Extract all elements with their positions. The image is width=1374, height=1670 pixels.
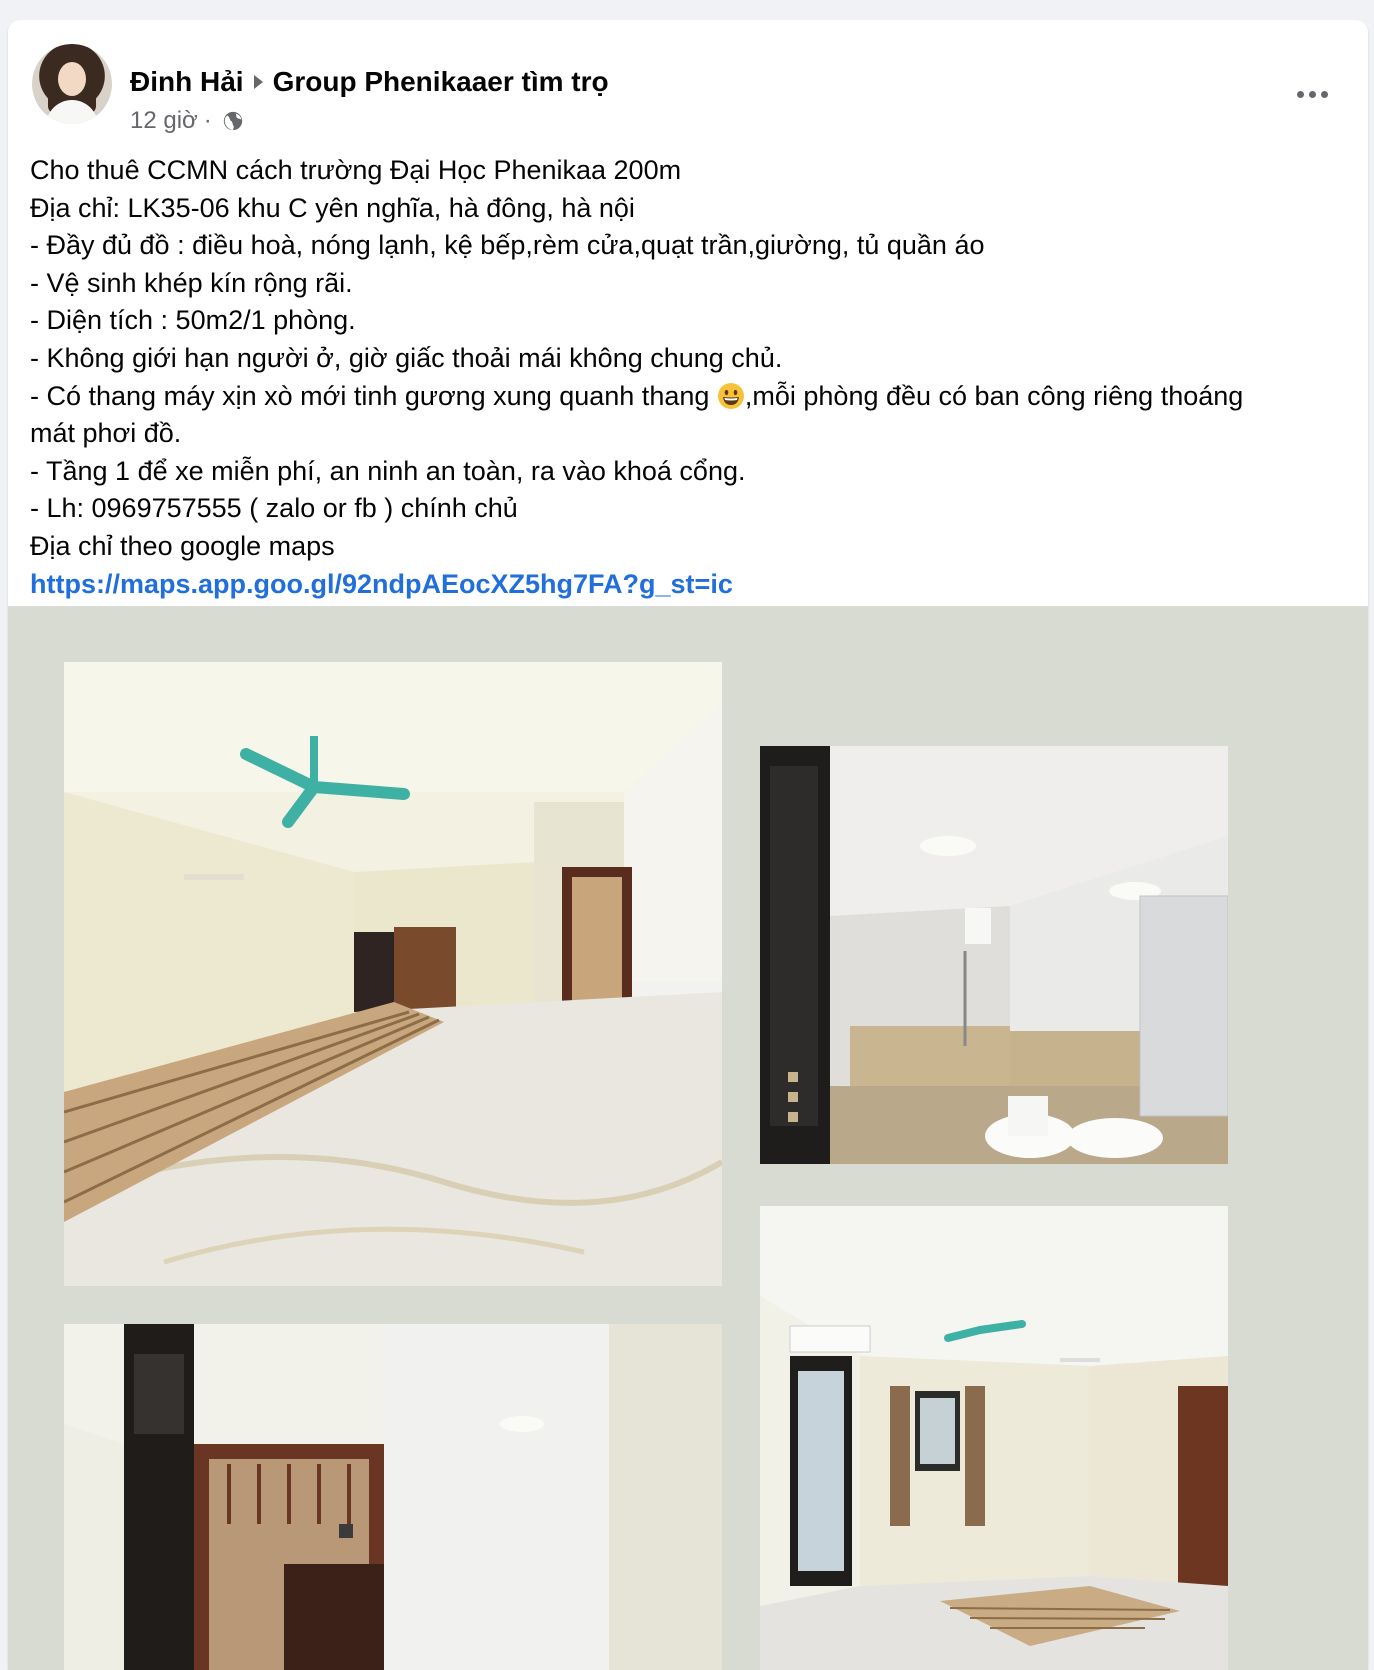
post-text-line: Địa chỉ: LK35-06 khu C yên nghĩa, hà đôn… (30, 192, 635, 223)
post-text-line: - Không giới hạn người ở, giờ giấc thoải… (30, 342, 783, 373)
avatar[interactable] (32, 44, 112, 124)
post-header: Đinh Hải Group Phenikaaer tìm trọ (130, 64, 609, 100)
author-name[interactable]: Đinh Hải (130, 66, 244, 98)
post-text-line: - Tầng 1 để xe miễn phí, an ninh an toàn… (30, 455, 746, 486)
grinning-face-emoji (717, 382, 744, 409)
group-name[interactable]: Group Phenikaaer tìm trọ (273, 66, 609, 98)
post-text: Cho thuê CCMN cách trường Đại Học Phenik… (30, 152, 1330, 603)
bathroom-photo[interactable] (760, 746, 1228, 1164)
post-text-line: - Đầy đủ đồ : điều hoà, nóng lạnh, kệ bế… (30, 230, 985, 261)
meta-separator: · (203, 107, 212, 134)
post-text-line: - Có thang máy xịn xò mới tinh gương xun… (30, 378, 1270, 453)
room-hallway-photo[interactable] (64, 1324, 722, 1670)
room-balcony-photo[interactable] (760, 1206, 1228, 1670)
post-text-line: Cho thuê CCMN cách trường Đại Học Phenik… (30, 155, 682, 185)
post-meta: 12 giờ · (130, 106, 244, 136)
post-text-line: - Vệ sinh khép kín rộng rãi. (30, 267, 353, 298)
more-horizontal-icon (1296, 90, 1304, 98)
room-main-photo[interactable] (64, 662, 722, 1286)
post-card: Đinh Hải Group Phenikaaer tìm trọ 12 giờ… (8, 20, 1368, 1670)
elevator-text-start: - Có thang máy xịn xò mới tinh gương xun… (30, 380, 717, 411)
post-text-line: - Lh: 0969757555 ( zalo or fb ) chính ch… (30, 493, 518, 524)
post-text-line: - Diện tích : 50m2/1 phòng. (30, 305, 356, 336)
right-arrow-icon (253, 75, 263, 89)
maps-link[interactable]: https://maps.app.goo.gl/92ndpAEocXZ5hg7F… (30, 569, 733, 599)
more-options-button[interactable] (1288, 74, 1336, 114)
globe-icon[interactable] (222, 110, 244, 132)
post-time[interactable]: 12 giờ (130, 107, 198, 135)
post-text-line: Địa chỉ theo google maps (30, 530, 335, 561)
photo-grid (8, 606, 1368, 1670)
